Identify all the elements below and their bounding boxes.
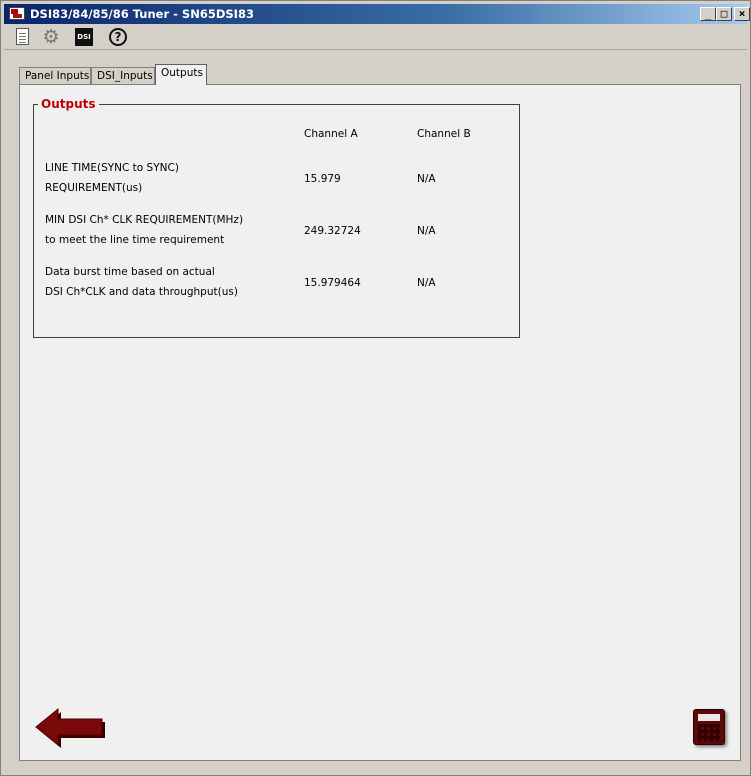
value-line-time-channel-b: N/A (417, 173, 436, 185)
row-label-line-time-2: REQUIREMENT(us) (45, 182, 143, 194)
column-header-channel-a: Channel A (304, 128, 358, 140)
window-title: DSI83/84/85/86 Tuner - SN65DSI83 (30, 7, 254, 21)
value-data-burst-channel-a: 15.979464 (304, 277, 361, 289)
calculator-keys (698, 724, 720, 742)
tab-dsi-inputs[interactable]: DSI_Inputs (91, 67, 155, 85)
row-label-min-dsi-clk: MIN DSI Ch* CLK REQUIREMENT(MHz) (45, 214, 244, 226)
back-arrow-icon[interactable] (32, 705, 107, 749)
new-document-icon[interactable] (12, 27, 34, 47)
dsi-icon-label: DSI (75, 28, 93, 46)
tab-outputs[interactable]: Outputs (155, 64, 207, 85)
calculator-screen (698, 714, 720, 721)
row-label-data-burst-2: DSI Ch*CLK and data throughput(us) (45, 286, 238, 298)
toolbar: ⚙ DSI ? (4, 24, 747, 50)
row-label-data-burst: Data burst time based on actual (45, 266, 215, 278)
app-logo-icon (9, 7, 25, 20)
value-data-burst-channel-b: N/A (417, 277, 436, 289)
value-min-dsi-clk-channel-a: 249.32724 (304, 225, 361, 237)
title-bar[interactable]: DSI83/84/85/86 Tuner - SN65DSI83 _ □ × (4, 4, 750, 24)
tab-panel-inputs[interactable]: Panel Inputs (19, 67, 91, 85)
row-label-min-dsi-clk-2: to meet the line time requirement (45, 234, 225, 246)
close-button[interactable]: × (734, 7, 750, 21)
column-header-channel-b: Channel B (417, 128, 471, 140)
dsi-icon[interactable]: DSI (74, 27, 96, 47)
gear-icon[interactable]: ⚙ (40, 27, 62, 47)
value-line-time-channel-a: 15.979 (304, 173, 341, 185)
minimize-button[interactable]: _ (700, 7, 716, 21)
maximize-button[interactable]: □ (716, 7, 732, 21)
help-icon-glyph: ? (109, 28, 127, 46)
calculator-icon[interactable] (693, 709, 725, 745)
app-window: DSI83/84/85/86 Tuner - SN65DSI83 _ □ × ⚙… (0, 0, 751, 776)
outputs-group-title: Outputs (38, 97, 99, 111)
value-min-dsi-clk-channel-b: N/A (417, 225, 436, 237)
help-icon[interactable]: ? (108, 27, 130, 47)
row-label-line-time: LINE TIME(SYNC to SYNC) (45, 162, 179, 174)
outputs-tab-panel: Outputs Channel A Channel B LINE TIME(SY… (19, 84, 741, 761)
outputs-groupbox: Outputs Channel A Channel B LINE TIME(SY… (33, 97, 520, 338)
